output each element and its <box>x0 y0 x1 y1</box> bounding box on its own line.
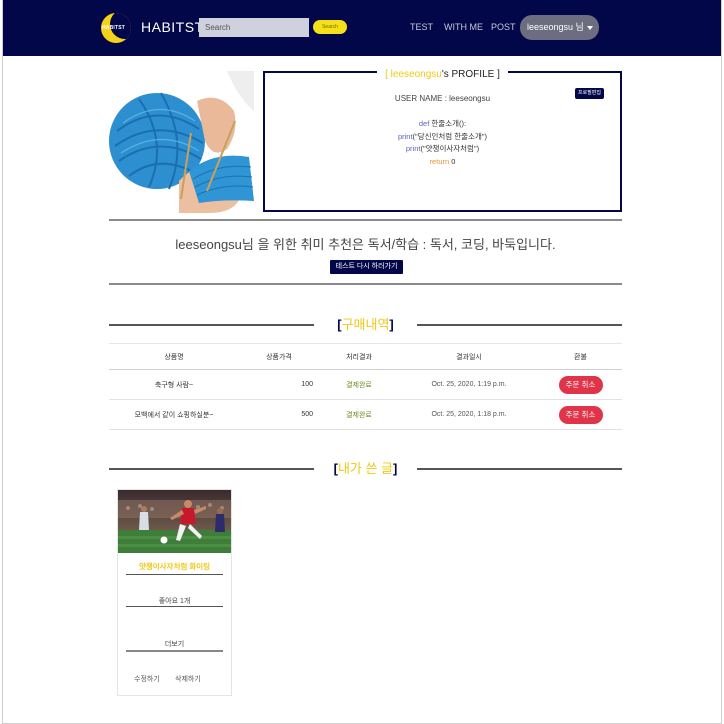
retest-button[interactable]: 테스트 다시 하러가기 <box>330 260 403 274</box>
cancel-order-button[interactable]: 주문 취소 <box>558 405 603 424</box>
user-name-line: USER NAME : leeseongsu <box>394 94 491 103</box>
profile-title-suffix: 's PROFILE <box>441 69 495 80</box>
profile-title-username: leeseongsu <box>390 69 442 80</box>
bracket-close: ] <box>497 69 500 80</box>
posts-title-text: 내가 쓴 글 <box>337 461 394 476</box>
orders-section-title: [구매내역] <box>109 314 622 334</box>
recommend-text: leeseongsu님 을 위한 취미 추천은 독서/학습 : 독서, 코딩, … <box>175 237 556 252</box>
post-edit-link[interactable]: 수정하기 <box>134 674 160 684</box>
edit-profile-button[interactable]: 프로필편집 <box>575 88 604 99</box>
nav-link-with-me[interactable]: WITH ME <box>444 22 483 32</box>
profile-box: [ leeseongsu's PROFILE ] USER NAME : lee… <box>263 69 622 212</box>
post-likes: 좋아요 1개 <box>158 598 191 605</box>
code-keyword: print <box>397 131 413 141</box>
profile-image <box>109 71 254 213</box>
bracket-open: [ <box>385 69 388 80</box>
order-status: 결제완료 <box>319 369 399 400</box>
column-header: 상품명 <box>109 343 239 370</box>
table-header-row: 상품명 상품가격 처리결과 결과일시 환불 <box>109 343 622 370</box>
order-price: 100 <box>239 369 319 400</box>
code-keyword: return <box>429 156 450 166</box>
divider <box>126 606 223 607</box>
column-header: 환불 <box>539 343 622 370</box>
user-menu-dropdown[interactable]: leeseongsu 님 <box>520 15 599 40</box>
profile-code-intro: def 한줄소개(): print("당신인처럼 한줄소개") print("얏… <box>265 118 620 168</box>
column-header: 처리결과 <box>319 343 399 370</box>
code-text: ("얏챙이사자처럼") <box>420 144 480 153</box>
table-row: 모백에서 같이 쇼핑하실분~ 500 결제완료 Oct. 25, 2020, 1… <box>109 399 622 430</box>
order-status: 결제완료 <box>319 399 399 430</box>
order-date: Oct. 25, 2020, 1:19 p.m. <box>399 369 539 400</box>
order-name: 모백에서 같이 쇼핑하실분~ <box>109 399 239 430</box>
search-button[interactable]: Search <box>313 20 347 34</box>
code-keyword: print <box>405 144 421 153</box>
nav-link-test[interactable]: TEST <box>410 22 433 32</box>
navbar: HABITST HABITST Search TEST WITH ME POST… <box>3 0 721 56</box>
cancel-order-button[interactable]: 주문 취소 <box>558 375 603 394</box>
post-thumbnail[interactable] <box>118 490 231 553</box>
code-keyword: def <box>418 119 430 128</box>
code-text: 0 <box>449 156 456 166</box>
brand-logo-moon-icon[interactable]: HABITST <box>101 13 131 43</box>
code-text: ("당신인처럼 한줄소개") <box>412 131 488 141</box>
code-text: 한줄소개(): <box>429 119 467 128</box>
divider <box>126 650 223 652</box>
brand-logo-text: HABITST <box>102 25 126 31</box>
column-header: 결과일시 <box>399 343 539 370</box>
column-header: 상품가격 <box>239 343 319 370</box>
page: HABITST HABITST Search TEST WITH ME POST… <box>2 0 722 724</box>
post-more-link[interactable]: 더보기 <box>118 639 231 649</box>
brand-name[interactable]: HABITST <box>141 19 204 35</box>
search-input[interactable] <box>199 18 309 37</box>
profile-title: [ leeseongsu's PROFILE ] <box>265 64 620 82</box>
order-name: 축구형 사람~ <box>109 369 239 400</box>
orders-table: 상품명 상품가격 처리결과 결과일시 환불 축구형 사람~ 100 결제완료 O… <box>109 343 622 430</box>
orders-title-text: 구매내역 <box>341 317 390 332</box>
post-card[interactable]: 얏챙이사자처럼 화이팅 좋아요 1개 더보기 수정하기 삭제하기 <box>117 489 232 696</box>
divider <box>109 219 622 221</box>
caret-down-icon <box>586 25 593 30</box>
divider <box>126 574 223 575</box>
order-date: Oct. 25, 2020, 1:18 p.m. <box>399 399 539 430</box>
divider <box>109 283 622 285</box>
user-menu-label: leeseongsu 님 <box>527 22 584 32</box>
post-delete-link[interactable]: 삭제하기 <box>175 674 201 684</box>
nav-link-post[interactable]: POST <box>491 22 516 32</box>
table-row: 축구형 사람~ 100 결제완료 Oct. 25, 2020, 1:19 p.m… <box>109 369 622 400</box>
post-title[interactable]: 얏챙이사자처럼 화이팅 <box>118 561 231 572</box>
posts-section-title: [내가 쓴 글] <box>109 458 622 478</box>
order-price: 500 <box>239 399 319 430</box>
